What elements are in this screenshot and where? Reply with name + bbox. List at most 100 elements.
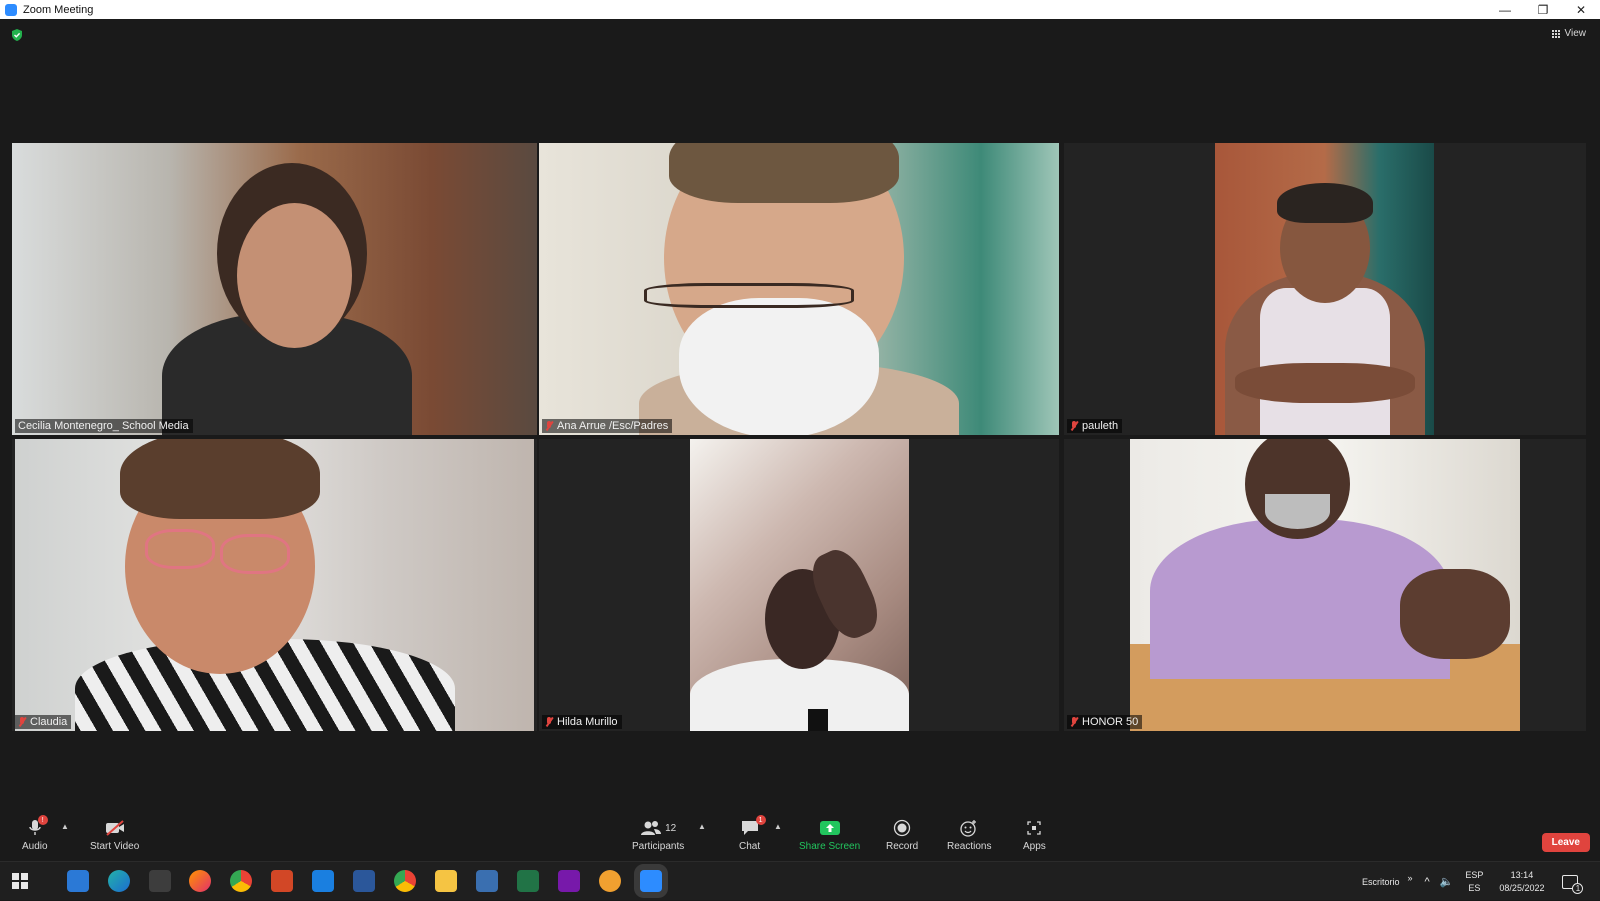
video-feed [690,439,909,731]
windows-taskbar: Escritorio » ^ 🔈 ESP ES 13:14 08/25/2022… [0,861,1600,900]
participants-button[interactable]: 12 Participants [632,818,684,852]
grid-view-icon [1552,29,1561,38]
participant-name: Ana Arrue /Esc/Padres [557,420,669,432]
word-icon[interactable] [353,870,375,892]
participant-name: HONOR 50 [1082,716,1139,728]
meeting-stage: View Cecilia Montenegro_ School Media An… [0,19,1600,814]
participant-name: Cecilia Montenegro_ School Media [18,420,189,432]
window-titlebar: Zoom Meeting — ❐ ✕ [0,0,1600,19]
apps-label: Apps [1023,841,1046,852]
view-button[interactable]: View [1552,28,1587,39]
onenote-icon[interactable] [558,870,580,892]
firefox-icon[interactable] [189,870,211,892]
video-tile-claudia[interactable]: Claudia [12,439,537,731]
video-feed [15,439,534,731]
chat-unread-badge: 1 [755,815,766,825]
language-code: ESP [1465,869,1484,880]
minimize-button[interactable]: — [1486,0,1524,19]
share-screen-button[interactable]: Share Screen [799,818,860,852]
record-button[interactable]: Record [886,818,918,852]
edge-icon[interactable] [108,870,130,892]
desktop-toolbar-label[interactable]: Escritorio [1362,877,1400,887]
participant-name-tag: HONOR 50 [1067,715,1143,729]
participant-name-tag: pauleth [1067,419,1123,433]
meeting-toolbar: ! Audio ▲ Start Video 12 Participants ▲ … [0,814,1600,861]
zoom-app-icon [5,3,17,16]
audio-button[interactable]: ! Audio [22,815,48,852]
security-shield-icon[interactable] [10,28,24,42]
video-feed [1215,143,1434,435]
language-indicator[interactable]: ESP ES [1465,869,1483,895]
audio-options-caret-icon[interactable]: ▲ [61,822,69,831]
muted-mic-icon [18,717,26,727]
video-feed [12,143,537,435]
start-video-label: Start Video [90,841,140,852]
chat-button[interactable]: 1 Chat [739,815,766,852]
chat-options-caret-icon[interactable]: ▲ [774,822,782,831]
record-label: Record [886,841,919,852]
restore-button[interactable]: ❐ [1524,0,1562,19]
share-screen-label: Share Screen [799,841,861,852]
smiley-plus-icon [960,820,977,837]
view-label: View [1564,28,1587,39]
chrome-profile-icon[interactable] [394,870,416,892]
keyboard-layout: ES [1468,882,1481,893]
close-button[interactable]: ✕ [1562,0,1600,19]
participant-name: pauleth [1082,420,1119,432]
participant-name: Claudia [30,716,68,728]
muted-mic-icon [545,717,553,727]
video-tile-honor50[interactable]: HONOR 50 [1064,439,1586,731]
excel-icon[interactable] [517,870,539,892]
participant-name-tag: Cecilia Montenegro_ School Media [15,419,193,433]
windows-start-icon[interactable] [10,871,30,891]
network-app-icon[interactable] [476,870,498,892]
clock-time: 13:14 [1510,869,1534,880]
mail-icon[interactable] [312,870,334,892]
muted-mic-icon [545,421,553,431]
audio-label: Audio [22,841,48,852]
participant-name-tag: Hilda Murillo [542,715,622,729]
muted-mic-icon [1070,717,1078,727]
start-video-button[interactable]: Start Video [90,818,139,852]
chevron-up-icon[interactable]: ^ [1425,876,1430,888]
notification-count: 1 [1572,882,1584,894]
media-player-icon[interactable] [599,870,621,892]
reactions-button[interactable]: Reactions [947,818,991,852]
window-title: Zoom Meeting [23,3,94,16]
people-icon[interactable] [149,870,171,892]
video-camera-off-icon [105,820,124,836]
participants-options-caret-icon[interactable]: ▲ [698,822,706,831]
apps-button[interactable]: Apps [1023,818,1046,852]
powerpoint-icon[interactable] [271,870,293,892]
store-icon[interactable] [67,870,89,892]
video-tile-hilda[interactable]: Hilda Murillo [539,439,1059,731]
video-feed [539,143,1059,435]
participant-name: Hilda Murillo [557,716,618,728]
participants-icon [641,821,662,835]
video-tile-pauleth[interactable]: pauleth [1064,143,1586,435]
share-screen-icon [819,821,840,835]
clock-date: 08/25/2022 [1499,882,1545,893]
zoom-taskbar-icon[interactable] [640,870,662,892]
participants-label: Participants [632,841,685,852]
reactions-label: Reactions [947,841,992,852]
clock[interactable]: 13:14 08/25/2022 [1499,869,1544,895]
video-tile-ana[interactable]: Ana Arrue /Esc/Padres [539,143,1059,435]
muted-mic-icon [1070,421,1078,431]
volume-icon[interactable]: 🔈 [1440,875,1454,888]
participant-name-tag: Claudia [15,715,72,729]
chat-label: Chat [739,841,761,852]
chevron-right-icon[interactable]: » [1408,873,1413,883]
audio-alert-badge: ! [37,815,48,825]
chrome-icon[interactable] [230,870,252,892]
participant-name-tag: Ana Arrue /Esc/Padres [542,419,673,433]
video-feed [1130,439,1520,731]
participants-count: 12 [665,822,677,834]
file-explorer-icon[interactable] [435,870,457,892]
apps-icon [1027,821,1042,835]
video-tile-cecilia[interactable]: Cecilia Montenegro_ School Media [12,143,537,435]
system-tray: Escritorio » ^ 🔈 ESP ES 13:14 08/25/2022… [1362,862,1584,901]
notification-center-icon[interactable]: 1 [1562,874,1584,894]
record-icon [893,819,911,837]
leave-button[interactable]: Leave [1541,833,1590,852]
